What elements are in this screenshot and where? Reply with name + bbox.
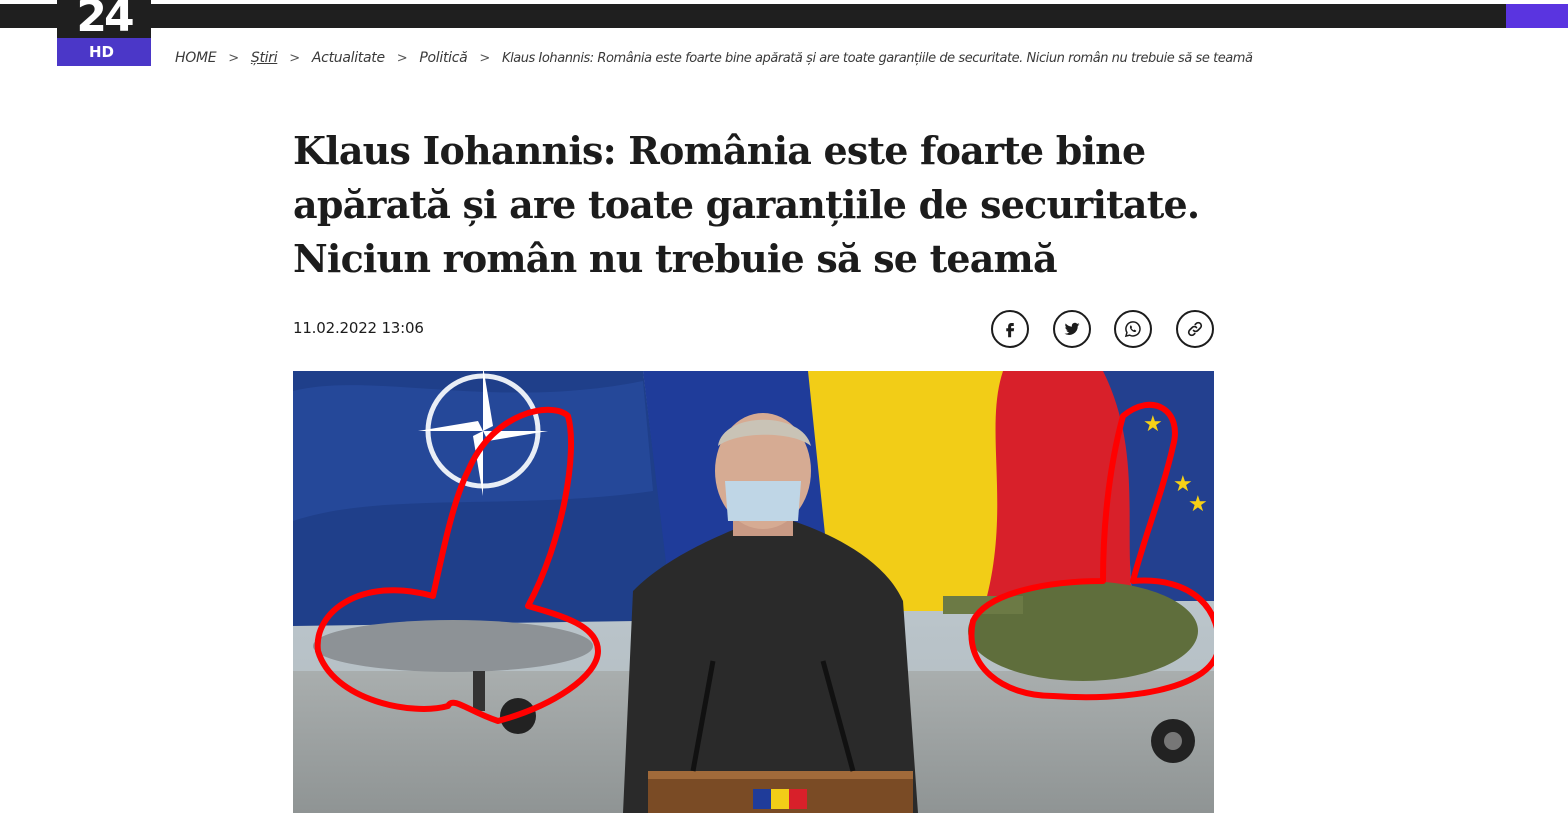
corner-accent <box>1506 4 1568 28</box>
breadcrumb-politica[interactable]: Politică <box>419 50 467 66</box>
whatsapp-icon <box>1124 321 1141 338</box>
twitter-icon <box>1064 322 1080 335</box>
share-twitter-button[interactable] <box>1053 310 1091 348</box>
breadcrumb-separator: > <box>228 50 239 66</box>
face-mask <box>725 481 801 521</box>
share-link-button[interactable] <box>1176 310 1214 348</box>
breadcrumb-stiri[interactable]: Știri <box>251 50 278 66</box>
title-line: apărată și are toate garanțiile de secur… <box>293 182 1200 227</box>
aircraft-left <box>313 620 593 672</box>
logo-hd: HD <box>57 38 151 66</box>
logo-number: 24 <box>57 0 151 38</box>
breadcrumb-separator: > <box>289 50 300 66</box>
breadcrumb-actualitate[interactable]: Actualitate <box>312 50 385 66</box>
title-line: Klaus Iohannis: România este foarte bine <box>293 128 1146 173</box>
site-logo[interactable]: 24 HD <box>57 0 151 66</box>
top-line <box>0 0 1568 4</box>
breadcrumb: HOME > Știri > Actualitate > Politică > … <box>175 48 1253 68</box>
breadcrumb-current: Klaus Iohannis: România este foarte bine… <box>502 50 1253 66</box>
photo-illustration: ★ ★ ★ <box>293 371 1214 813</box>
svg-text:★: ★ <box>1143 412 1163 437</box>
title-line: Niciun român nu trebuie să se teamă <box>293 236 1058 281</box>
article-photo[interactable]: ★ ★ ★ <box>293 371 1214 813</box>
svg-text:★: ★ <box>1188 492 1208 517</box>
speaker-jacket <box>623 521 918 813</box>
link-icon <box>1187 321 1203 337</box>
breadcrumb-separator: > <box>396 50 408 66</box>
facebook-icon <box>1006 323 1015 338</box>
top-bar <box>0 0 1568 28</box>
breadcrumb-home[interactable]: HOME <box>175 50 217 66</box>
article-date: 11.02.2022 13:06 <box>293 319 424 337</box>
breadcrumb-separator: > <box>479 50 490 66</box>
share-facebook-button[interactable] <box>991 310 1029 348</box>
share-whatsapp-button[interactable] <box>1114 310 1152 348</box>
article-title: Klaus Iohannis: România este foarte bine… <box>293 124 1223 286</box>
